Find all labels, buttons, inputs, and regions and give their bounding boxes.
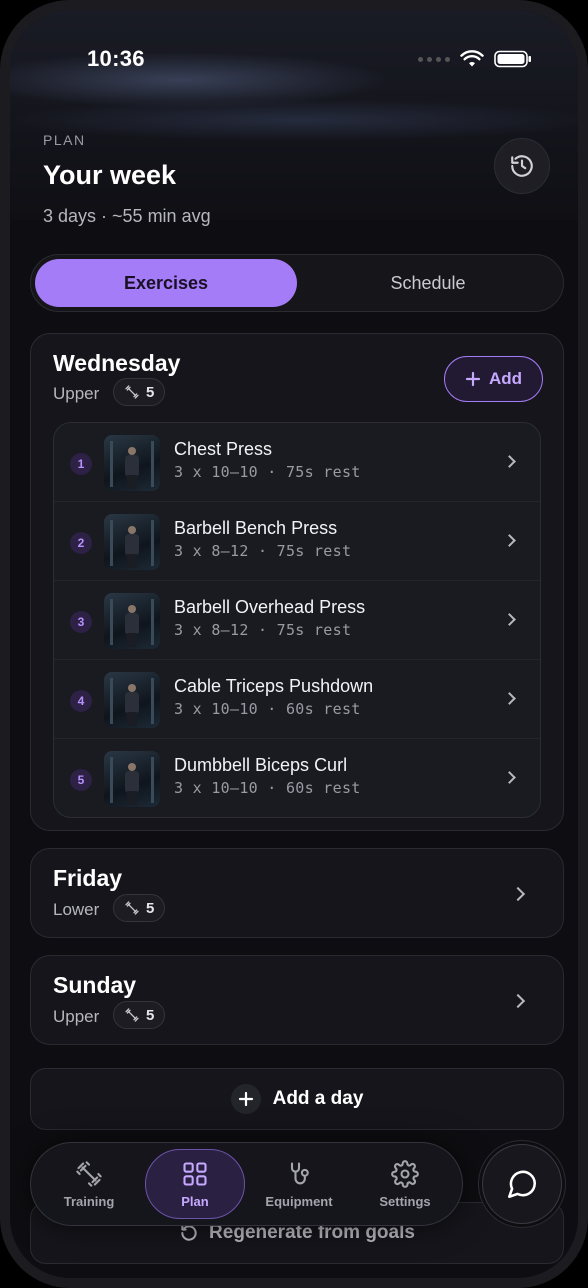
chevron-right-icon — [503, 771, 516, 784]
history-icon — [511, 155, 533, 177]
chevron-right-icon — [510, 886, 526, 902]
exercise-meta: 3 x 8–12 · 75s rest — [174, 621, 352, 639]
add-day-label: Add a day — [272, 1088, 364, 1109]
day-card-sunday[interactable]: Sunday Upper 5 — [30, 955, 564, 1045]
exercise-number: 3 — [70, 611, 92, 633]
chevron-right-icon — [503, 692, 516, 705]
exercise-meta: 3 x 10–10 · 60s rest — [174, 779, 361, 797]
page-title: Your week — [43, 160, 177, 190]
exercise-count: 5 — [146, 899, 155, 917]
exercise-number: 1 — [70, 453, 92, 475]
refresh-icon — [181, 1225, 197, 1241]
exercise-name: Barbell Overhead Press — [174, 597, 366, 617]
chevron-right-icon — [503, 455, 516, 468]
exercise-number: 5 — [70, 769, 92, 791]
dumbbell-icon — [125, 1008, 139, 1022]
chevron-right-icon — [503, 613, 516, 626]
signal-icon — [418, 56, 450, 62]
section-label: PLAN — [43, 132, 86, 148]
exercise-list: 1 Chest Press 3 x 10–10 · 75s rest 2 Bar… — [53, 422, 541, 818]
exercise-row[interactable]: 1 Chest Press 3 x 10–10 · 75s rest — [54, 423, 540, 502]
nav-label: Training — [63, 1193, 115, 1209]
plus-icon — [230, 1084, 261, 1114]
day-card-friday[interactable]: Friday Lower 5 — [30, 848, 564, 938]
exercise-meta: 3 x 10–10 · 60s rest — [174, 700, 361, 718]
nav-settings[interactable]: Settings — [355, 1149, 455, 1219]
equipment-icon — [290, 1161, 309, 1184]
status-time: 10:36 — [87, 46, 145, 71]
exercise-number: 4 — [70, 690, 92, 712]
exercise-thumbnail — [104, 751, 160, 807]
tab-exercises[interactable]: Exercises — [35, 259, 297, 307]
grid-icon — [183, 1161, 207, 1186]
exercise-name: Dumbbell Biceps Curl — [174, 755, 348, 775]
exercise-row[interactable]: 3 Barbell Overhead Press 3 x 8–12 · 75s … — [54, 581, 540, 660]
view-toggle: Exercises Schedule — [30, 254, 564, 312]
add-day-button[interactable]: Add a day — [30, 1068, 564, 1130]
dumbbell-icon — [76, 1160, 102, 1187]
dumbbell-icon — [125, 385, 139, 399]
exercise-thumbnail — [104, 435, 160, 491]
exercise-count-badge: 5 — [113, 378, 166, 406]
chevron-right-icon — [503, 534, 516, 547]
nav-label: Plan — [181, 1193, 209, 1209]
nav-training[interactable]: Training — [39, 1149, 139, 1219]
day-type: Lower — [53, 900, 100, 919]
exercise-name: Chest Press — [174, 439, 273, 459]
battery-icon — [494, 50, 531, 68]
exercise-name: Barbell Bench Press — [174, 518, 338, 538]
exercise-count-badge: 5 — [113, 1001, 166, 1029]
exercise-number: 2 — [70, 532, 92, 554]
day-type: Upper — [53, 384, 100, 403]
page-subtitle: 3 days · ~55 min avg — [43, 206, 211, 226]
exercise-meta: 3 x 8–12 · 75s rest — [174, 542, 352, 560]
nav-equipment[interactable]: Equipment — [249, 1149, 349, 1219]
wifi-icon — [460, 50, 484, 67]
exercise-thumbnail — [104, 514, 160, 570]
chat-button[interactable] — [482, 1144, 562, 1224]
exercise-thumbnail — [104, 672, 160, 728]
day-title: Sunday — [53, 972, 137, 998]
exercise-count: 5 — [146, 383, 155, 401]
exercise-count-badge: 5 — [113, 894, 166, 922]
history-button[interactable] — [494, 138, 550, 194]
plus-icon — [465, 371, 481, 387]
exercise-meta: 3 x 10–10 · 75s rest — [174, 463, 361, 481]
day-card-wednesday: Wednesday Upper 5 Add 1 Chest Press 3 x … — [30, 333, 564, 831]
gear-icon — [391, 1159, 419, 1188]
exercise-row[interactable]: 4 Cable Triceps Pushdown 3 x 10–10 · 60s… — [54, 660, 540, 739]
nav-label: Equipment — [265, 1193, 333, 1209]
chevron-right-icon — [510, 993, 526, 1009]
tab-schedule[interactable]: Schedule — [297, 259, 559, 307]
day-type: Upper — [53, 1007, 100, 1026]
nav-plan[interactable]: Plan — [145, 1149, 245, 1219]
status-icons — [418, 50, 532, 68]
phone-frame: 10:36 PLAN Your week 3 days · ~55 min av… — [0, 0, 588, 1288]
exercise-name: Cable Triceps Pushdown — [174, 676, 374, 696]
dumbbell-icon — [125, 901, 139, 915]
day-title: Wednesday — [53, 350, 181, 376]
exercise-thumbnail — [104, 593, 160, 649]
screen: 10:36 PLAN Your week 3 days · ~55 min av… — [10, 10, 578, 1278]
nav-label: Settings — [379, 1193, 431, 1209]
bottom-nav: Training Plan Equipment Settings — [30, 1142, 463, 1226]
exercise-row[interactable]: 5 Dumbbell Biceps Curl 3 x 10–10 · 60s r… — [54, 739, 540, 817]
add-exercise-button[interactable]: Add — [444, 356, 543, 402]
day-title: Friday — [53, 865, 123, 891]
add-button-label: Add — [488, 369, 523, 388]
chat-bubble-icon — [507, 1170, 537, 1199]
exercise-count: 5 — [146, 1006, 155, 1024]
exercise-row[interactable]: 2 Barbell Bench Press 3 x 8–12 · 75s res… — [54, 502, 540, 581]
